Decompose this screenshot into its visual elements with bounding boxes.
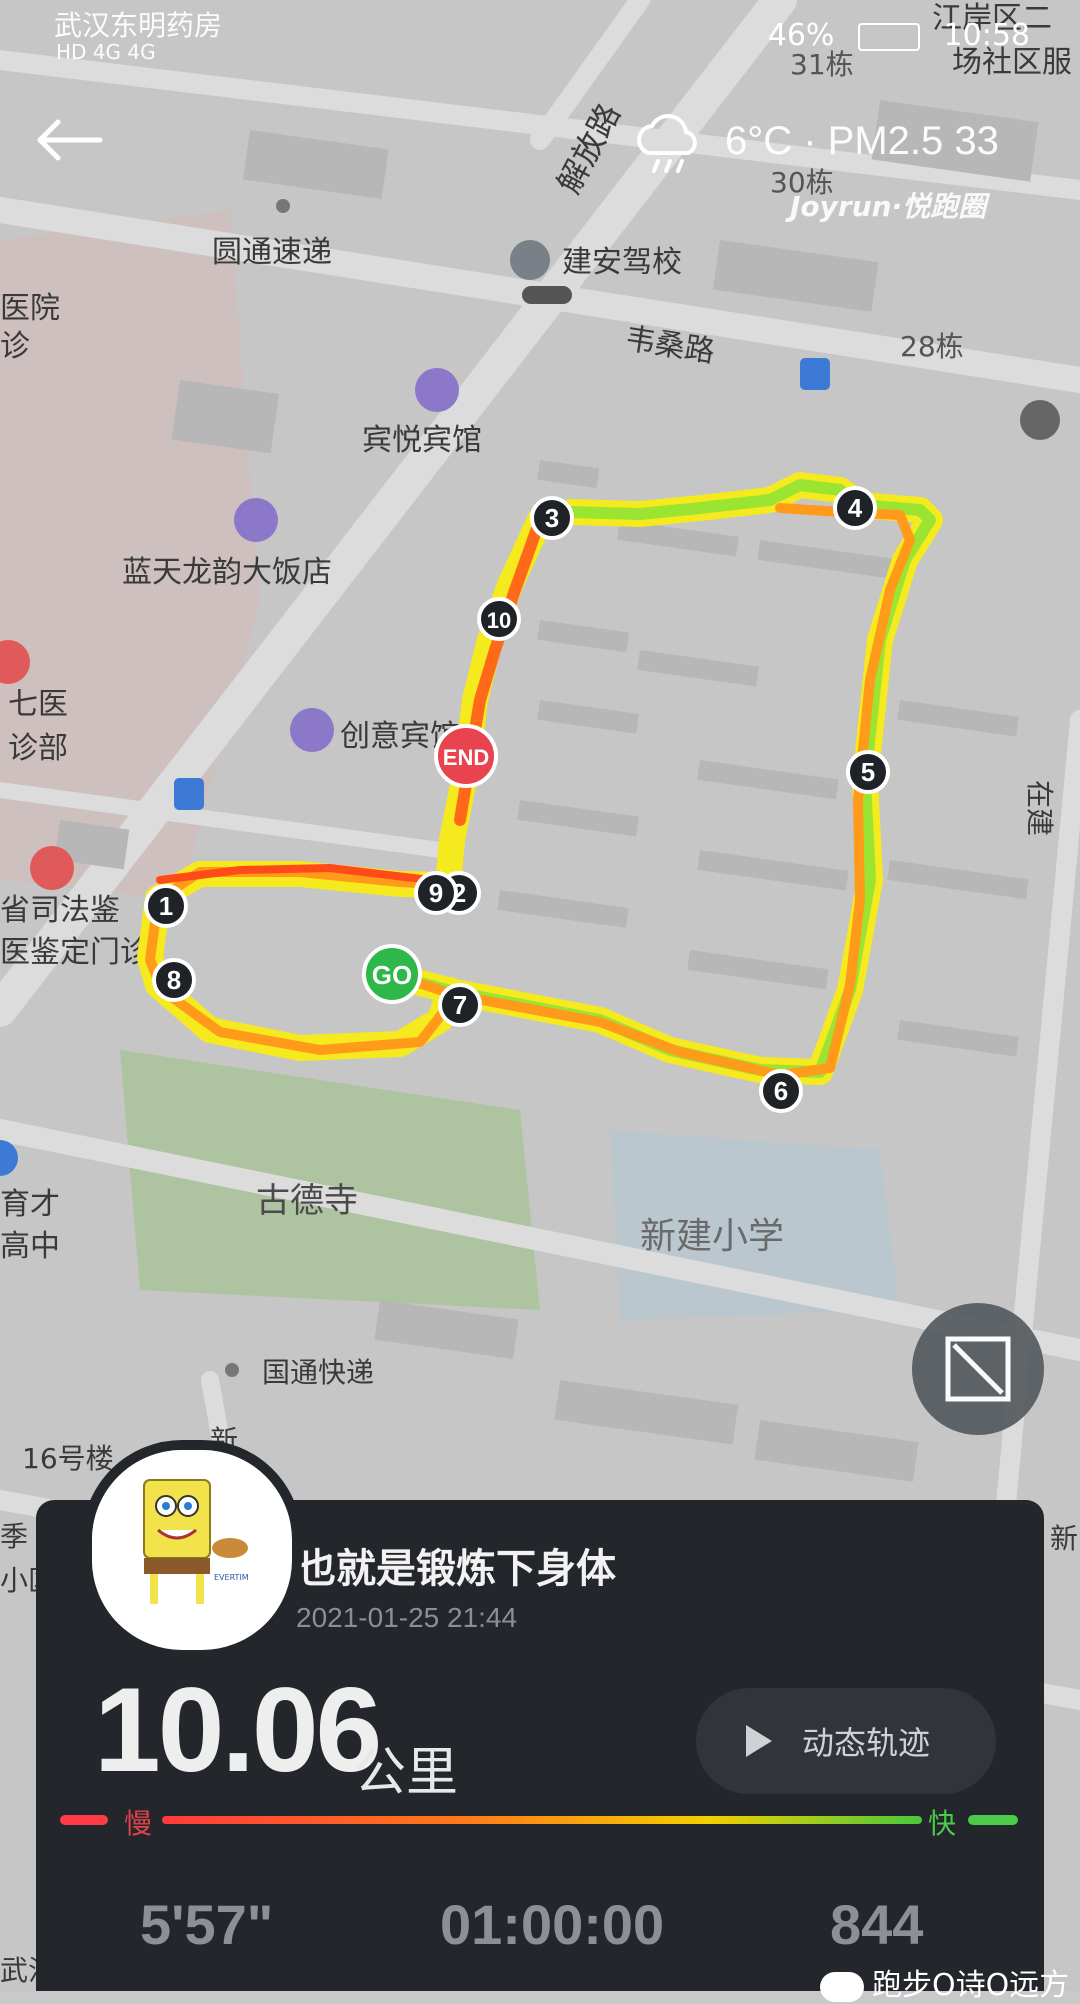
pace-value: 5'57" xyxy=(140,1893,274,1956)
battery-percent: 46% xyxy=(767,18,835,53)
brand-logo: Joyrun·悦跑圈 xyxy=(790,190,987,223)
traffic-light-icon xyxy=(522,286,572,304)
duration-value: 01:00:00 xyxy=(440,1893,665,1956)
wechat-icon xyxy=(820,1971,864,2002)
battery-icon xyxy=(857,22,920,51)
svg-text:EVERTIM: EVERTIM xyxy=(214,1573,249,1582)
poi-dot-icon xyxy=(276,199,290,213)
km-marker-6: 6 xyxy=(759,1069,803,1113)
status-bar: 武汉东明药房 HD 4G 4G 46% 10:58 xyxy=(0,0,1080,70)
building-icon xyxy=(30,846,74,890)
watermark: 跑步O诗O远方 xyxy=(820,1960,1069,2004)
play-icon xyxy=(746,1725,772,1757)
km-marker-4: 4 xyxy=(833,486,877,530)
km-marker-3: 3 xyxy=(530,496,574,540)
svg-text:6: 6 xyxy=(774,1076,788,1106)
map-label: 圆通速递 xyxy=(212,235,332,270)
expand-icon xyxy=(945,1336,1011,1402)
map-label: 医鉴定门诊 xyxy=(0,935,150,970)
map-label: 28栋 xyxy=(900,330,964,363)
spongebob-avatar-icon: EVERTIM xyxy=(92,1450,272,1630)
svg-text:4: 4 xyxy=(848,493,863,523)
replay-track-label: 动态轨迹 xyxy=(802,1724,931,1762)
end-marker: END xyxy=(434,724,498,788)
rain-cloud-icon xyxy=(637,114,697,173)
svg-text:GO: GO xyxy=(372,960,412,990)
map-label: 宾悦宾馆 xyxy=(362,423,482,458)
map-label: 诊 xyxy=(0,329,30,364)
weather-widget: 6°C · PM2.5 33 Joyrun·悦跑圈 xyxy=(630,105,1050,225)
exit-icon xyxy=(1020,400,1060,440)
map-label: 季 xyxy=(0,1520,28,1553)
cadence-value: 844 xyxy=(830,1893,924,1956)
replay-track-button[interactable]: 动态轨迹 xyxy=(696,1688,996,1794)
svg-text:7: 7 xyxy=(453,990,467,1020)
map-label: 新 xyxy=(1050,1522,1078,1555)
activity-title: 也就是锻炼下身体 xyxy=(296,1546,616,1592)
bus-stop-icon xyxy=(174,778,204,810)
svg-text:5: 5 xyxy=(861,757,875,787)
map-label: 古德寺 xyxy=(256,1181,358,1221)
hotel-icon xyxy=(290,708,334,752)
poi-dot-icon xyxy=(225,1363,239,1377)
map-label: 诊部 xyxy=(8,731,68,766)
avatar[interactable]: EVERTIM xyxy=(82,1440,302,1660)
network-indicator: HD 4G 4G xyxy=(56,40,156,64)
km-marker-5: 5 xyxy=(846,750,890,794)
map-label: 医院 xyxy=(0,291,60,326)
km-marker-1: 1 xyxy=(144,884,188,928)
slow-label: 慢 xyxy=(124,1807,153,1840)
carrier-label: 武汉东明药房 xyxy=(54,9,223,42)
km-marker-9: 9 xyxy=(414,871,458,915)
fullscreen-button[interactable] xyxy=(912,1303,1044,1435)
svg-text:3: 3 xyxy=(545,503,559,533)
km-marker-7: 7 xyxy=(438,983,482,1027)
go-marker: GO xyxy=(362,944,422,1004)
map-label: 16号楼 xyxy=(22,1442,114,1475)
activity-datetime: 2021-01-25 21:44 xyxy=(296,1602,518,1633)
hotel-icon xyxy=(415,368,459,412)
map-label: 高中 xyxy=(0,1229,60,1264)
bus-stop-icon xyxy=(800,358,830,390)
car-icon xyxy=(510,240,550,280)
back-arrow-icon xyxy=(37,119,103,161)
distance-unit: 公里 xyxy=(354,1743,459,1803)
clock: 10:58 xyxy=(943,18,1030,53)
fast-label: 快 xyxy=(928,1807,957,1840)
map-label: 育才 xyxy=(0,1187,60,1222)
map-label: 蓝天龙韵大饭店 xyxy=(122,555,332,590)
distance-value: 10.06 xyxy=(94,1663,382,1797)
fast-indicator xyxy=(968,1815,1018,1825)
map-label: 七医 xyxy=(8,687,68,722)
watermark-text: 跑步O诗O远方 xyxy=(872,1968,1070,2003)
map-label: 国通快递 xyxy=(262,1356,374,1389)
svg-text:1: 1 xyxy=(159,891,173,921)
back-button[interactable] xyxy=(30,110,110,170)
svg-text:END: END xyxy=(443,745,489,770)
map-label: 在建 xyxy=(1023,780,1056,836)
map-label: 新建小学 xyxy=(640,1216,784,1257)
hotel-icon xyxy=(234,498,278,542)
svg-text:8: 8 xyxy=(167,965,181,995)
slow-indicator xyxy=(60,1815,108,1825)
km-marker-10: 10 xyxy=(477,597,521,641)
pace-legend-bar xyxy=(162,1816,922,1824)
weather-text: 6°C · PM2.5 33 xyxy=(725,119,999,163)
km-marker-8: 8 xyxy=(152,958,196,1002)
svg-text:10: 10 xyxy=(487,608,511,633)
map-label: 建安驾校 xyxy=(562,245,682,280)
svg-text:9: 9 xyxy=(429,878,443,908)
map-label: 省司法鉴 xyxy=(0,893,120,928)
